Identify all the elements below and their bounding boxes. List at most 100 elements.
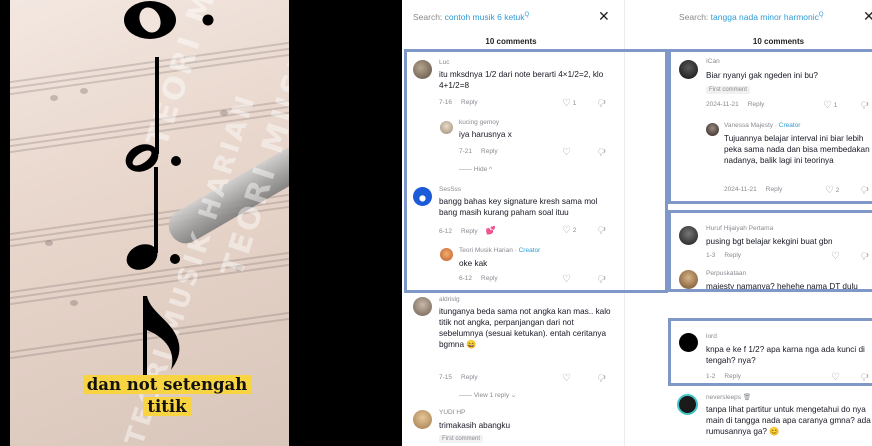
comment-text: pusing bgt belajar kekgini buat gbn: [706, 237, 833, 246]
dislike-icon[interactable]: 🖓: [598, 98, 606, 112]
creator-badge: Creator: [778, 122, 801, 129]
comment-text: bangg bahas key signature kresh sama mol…: [439, 197, 598, 217]
dislike-icon[interactable]: 🖓: [598, 147, 606, 161]
video-frame[interactable]: TEORI MUSIK HARIAN TEORI MUSIK HARIAN TE…: [10, 0, 289, 446]
avatar[interactable]: [677, 394, 698, 415]
avatar[interactable]: [413, 60, 432, 79]
first-comment-badge: First comment: [706, 86, 751, 94]
comment-username[interactable]: kucing gemoy: [459, 119, 499, 126]
comment-meta: 7-21 Reply: [459, 148, 498, 155]
dislike-icon[interactable]: 🖓: [598, 274, 606, 288]
like-button[interactable]: ♡: [562, 373, 571, 384]
comment-username[interactable]: neversleeps 🗑: [706, 393, 751, 401]
avatar[interactable]: [413, 187, 432, 206]
avatar[interactable]: [440, 248, 453, 261]
like-button[interactable]: ♡: [562, 147, 571, 158]
heart-icon: ♡: [562, 147, 571, 158]
search-icon[interactable]: Q: [525, 12, 530, 18]
comment-text: knpa e ke f 1/2? apa karna nga ada kunci…: [706, 345, 865, 365]
comment-text: iya harusnya x: [459, 130, 512, 139]
reply-button[interactable]: Reply: [481, 148, 498, 155]
comment-username[interactable]: Teori Musik Harian · Creator: [459, 247, 540, 254]
like-button[interactable]: ♡: [562, 274, 571, 285]
eighth-note-icon: [143, 296, 180, 380]
dislike-icon[interactable]: 🖓: [861, 100, 869, 114]
creator-badge: Creator: [518, 247, 541, 254]
avatar[interactable]: [679, 270, 698, 289]
search-bar[interactable]: Search: tangga nada minor harmonicQ: [679, 12, 824, 22]
first-comment-badge: First comment: [439, 435, 484, 443]
comment-username[interactable]: Huruf Hijaiyah Pertama: [706, 225, 773, 232]
comments-panel-1: Search: contoh musik 6 ketukQ ✕ 10 comme…: [402, 0, 620, 446]
reply-button[interactable]: Reply: [481, 275, 498, 282]
search-query[interactable]: contoh musik 6 ketuk: [445, 12, 525, 22]
comment-meta: 6-12 Reply 💕: [439, 226, 496, 235]
avatar[interactable]: [679, 226, 698, 245]
comment-username[interactable]: SesSss: [439, 186, 461, 193]
comment-text: tanpa lihat partitur untuk mengetahui do…: [706, 405, 871, 436]
comment-meta: 2024-11-21 Reply: [706, 101, 765, 108]
close-icon[interactable]: ✕: [598, 9, 610, 23]
close-icon[interactable]: ✕: [863, 9, 872, 23]
reply-button[interactable]: Reply: [461, 228, 478, 235]
reply-button[interactable]: Reply: [748, 101, 765, 108]
search-label: Search:: [679, 12, 709, 22]
dislike-icon[interactable]: 🖓: [598, 225, 606, 239]
like-button[interactable]: ♡ 1: [823, 100, 837, 111]
comment-meta: 1-2 Reply: [706, 373, 742, 380]
hide-replies-link[interactable]: —— Hide ^: [459, 166, 492, 173]
reply-button[interactable]: Reply: [461, 99, 478, 106]
heart-icon: ♡: [562, 98, 571, 109]
like-button[interactable]: ♡ 2: [825, 185, 839, 196]
heart-icon: ♡: [562, 274, 571, 285]
heart-icon: ♡: [823, 100, 832, 111]
comment-text: majesty namanya? hehehe nama DT dulu: [706, 282, 858, 291]
like-button[interactable]: ♡ 2: [562, 225, 576, 236]
comment-username[interactable]: lord: [706, 333, 717, 340]
comment-username[interactable]: ICan: [706, 58, 720, 65]
comment-meta: 1-3 Reply: [706, 252, 742, 259]
heart-icon: ♡: [831, 251, 840, 262]
search-query[interactable]: tangga nada minor harmonic: [711, 12, 819, 22]
like-button[interactable]: ♡: [831, 251, 840, 262]
search-icon[interactable]: Q: [819, 12, 824, 18]
reply-button[interactable]: Reply: [461, 374, 478, 381]
comment-meta: 7-16 Reply: [439, 99, 478, 106]
comment-text: Biar nyanyi gak ngeden ini bu?: [706, 71, 818, 80]
avatar[interactable]: [413, 297, 432, 316]
comment-count: 10 comments: [752, 37, 805, 46]
heart-icon: ♡: [562, 373, 571, 384]
dislike-icon[interactable]: 🖓: [861, 372, 869, 386]
avatar[interactable]: [679, 60, 698, 79]
comment-meta: 2024-11-21 Reply: [724, 186, 783, 193]
comment-meta: 7-15 Reply: [439, 374, 478, 381]
comment-username[interactable]: YUDI HP: [439, 409, 465, 416]
comment-username[interactable]: aldrislg: [439, 296, 460, 303]
dislike-icon[interactable]: 🖓: [598, 373, 606, 387]
reply-button[interactable]: Reply: [766, 186, 783, 193]
reply-button[interactable]: Reply: [724, 252, 741, 259]
comment-username[interactable]: Vanessa Majesty · Creator: [724, 122, 800, 129]
search-bar[interactable]: Search: contoh musik 6 ketukQ: [413, 12, 529, 22]
comment-text: oke kak: [459, 259, 488, 268]
comments-panel-2: Search: tangga nada minor harmonicQ ✕ 10…: [624, 0, 872, 446]
comment-text: trimakasih abangku: [439, 421, 510, 430]
dislike-icon[interactable]: 🖓: [861, 251, 869, 265]
comment-text: itu mksdnya 1/2 dari note berarti 4×1/2=…: [439, 70, 604, 90]
heart-icon: ♡: [562, 225, 571, 236]
like-button[interactable]: ♡: [831, 372, 840, 383]
avatar[interactable]: [440, 121, 453, 134]
comment-text: itunganya beda sama not angka kan mas.. …: [439, 307, 611, 349]
like-button[interactable]: ♡ 1: [562, 98, 576, 109]
comment-username[interactable]: Perpuskataan: [706, 270, 746, 277]
dotted-half-note-icon: [125, 57, 181, 172]
dotted-quarter-note-icon: [126, 167, 180, 270]
reply-button[interactable]: Reply: [724, 373, 741, 380]
avatar[interactable]: [413, 410, 432, 429]
dislike-icon[interactable]: 🖓: [861, 185, 869, 199]
avatar[interactable]: [706, 123, 719, 136]
avatar[interactable]: [679, 333, 698, 352]
view-replies-link[interactable]: —— View 1 reply ⌄: [459, 391, 516, 399]
comment-username[interactable]: Luc: [439, 59, 449, 66]
video-panel: TEORI MUSIK HARIAN TEORI MUSIK HARIAN TE…: [0, 0, 402, 446]
